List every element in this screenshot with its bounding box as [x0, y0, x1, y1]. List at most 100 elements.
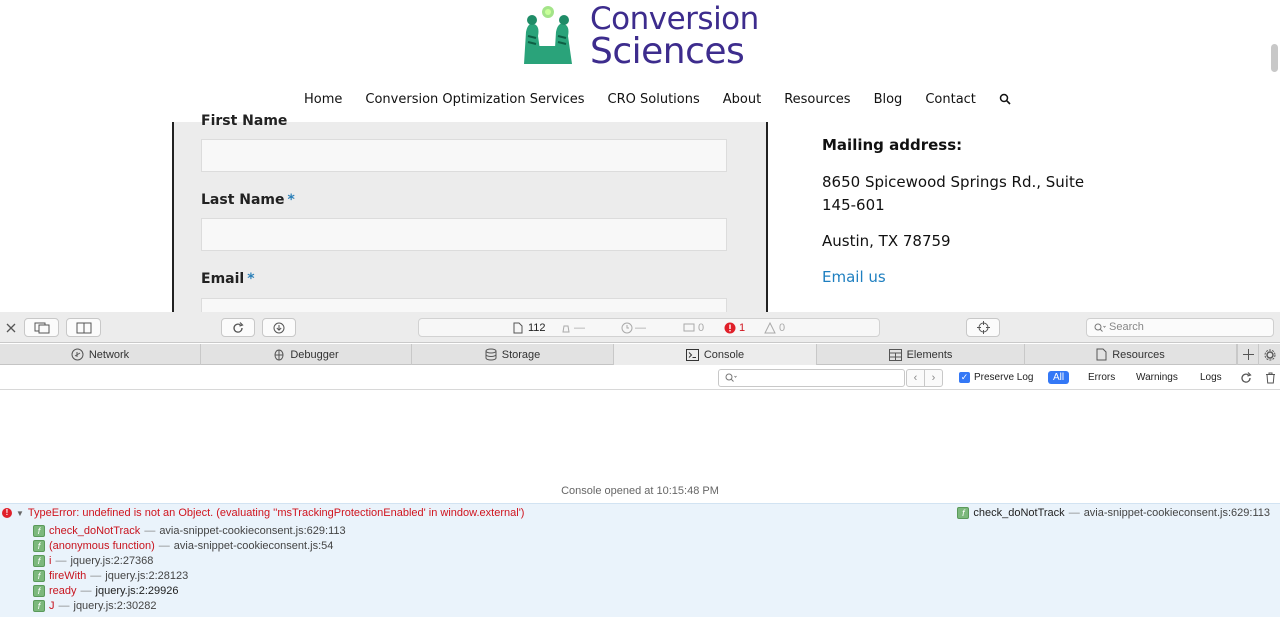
error-message-row[interactable]: ! ▼ TypeError: undefined is not an Objec…: [0, 503, 1280, 617]
nav-cro-solutions[interactable]: CRO Solutions: [608, 92, 700, 107]
frame-location[interactable]: jquery.js:2:28123: [105, 570, 188, 582]
tab-storage[interactable]: Storage: [412, 344, 614, 365]
page-scrollbar[interactable]: [1271, 44, 1278, 72]
dashboard-status[interactable]: 112 — — 0 1 0: [418, 318, 880, 337]
function-icon: f: [957, 507, 970, 519]
download-archive-button[interactable]: [262, 318, 296, 337]
nav-contact[interactable]: Contact: [925, 92, 976, 107]
debugger-icon: [274, 349, 284, 361]
settings-button[interactable]: [1259, 344, 1280, 365]
frame-location[interactable]: avia-snippet-cookieconsent.js:629:113: [159, 525, 345, 537]
tab-network[interactable]: Network: [0, 344, 201, 365]
preserve-log-toggle[interactable]: ✓ Preserve Log: [959, 372, 1033, 383]
new-tab-button[interactable]: [1237, 344, 1259, 365]
tab-debugger[interactable]: Debugger: [201, 344, 412, 365]
separator: —: [90, 569, 102, 582]
requests-value: —: [574, 322, 585, 334]
last-name-label-text: Last Name: [201, 192, 285, 208]
contact-info: Mailing address: 8650 Spicewood Springs …: [822, 136, 1122, 302]
error-text: TypeError: undefined is not an Object. (…: [27, 507, 525, 519]
dock-undock-button[interactable]: [24, 318, 59, 337]
console-opened-message: Console opened at 10:15:48 PM: [561, 485, 719, 497]
reload-console-icon[interactable]: [1240, 372, 1252, 384]
function-icon: f: [33, 599, 45, 612]
reload-button[interactable]: [221, 318, 255, 337]
filter-logs[interactable]: Logs: [1195, 371, 1227, 384]
nav-conversion-optimization-services[interactable]: Conversion Optimization Services: [365, 92, 584, 107]
email-us-link[interactable]: Email us: [822, 266, 1122, 289]
search-icon: [1094, 323, 1106, 332]
mailing-address-title: Mailing address:: [822, 136, 963, 154]
frame-location[interactable]: jquery.js:2:29926: [96, 585, 179, 597]
filter-errors[interactable]: Errors: [1083, 371, 1120, 384]
separator: —: [144, 524, 156, 537]
dock-side-icon: [76, 322, 91, 333]
first-name-field[interactable]: [201, 139, 727, 172]
weight-icon: [562, 325, 570, 333]
nav-blog[interactable]: Blog: [874, 92, 903, 107]
frame-function: J: [49, 599, 55, 612]
tab-resources-label: Resources: [1112, 348, 1165, 361]
frame-location[interactable]: jquery.js:2:30282: [74, 600, 157, 612]
error-origin[interactable]: f check_doNotTrack — avia-snippet-cookie…: [957, 507, 1270, 519]
tab-elements[interactable]: Elements: [817, 344, 1025, 365]
inspect-element-button[interactable]: [966, 318, 1000, 337]
tab-resources[interactable]: Resources: [1025, 344, 1237, 365]
frame-function: fireWith: [49, 569, 87, 582]
tab-network-label: Network: [88, 348, 130, 361]
filter-all[interactable]: All: [1048, 371, 1070, 384]
trash-icon[interactable]: [1265, 372, 1276, 384]
download-icon: [273, 322, 285, 333]
main-nav: Home Conversion Optimization Services CR…: [304, 92, 1011, 107]
crosshair-icon: [976, 321, 990, 334]
disclosure-triangle-icon[interactable]: ▼: [16, 509, 24, 518]
gear-icon: [1264, 349, 1275, 360]
stack-frame[interactable]: f J — jquery.js:2:30282: [33, 598, 346, 613]
network-icon: [71, 348, 84, 361]
nav-home[interactable]: Home: [304, 92, 342, 107]
separator: —: [1068, 507, 1080, 519]
filter-warnings[interactable]: Warnings: [1131, 371, 1183, 384]
function-icon: f: [33, 539, 45, 552]
inspector-search-input[interactable]: Search: [1086, 318, 1274, 337]
last-name-field[interactable]: [201, 218, 727, 251]
email-field[interactable]: [201, 298, 727, 312]
search-icon[interactable]: [999, 93, 1011, 105]
web-inspector: 112 — — 0 1 0 Search Network Debugger St…: [0, 312, 1280, 624]
stack-frame[interactable]: f i — jquery.js:2:27368: [33, 553, 346, 568]
console-filter-input[interactable]: [718, 369, 905, 387]
mailing-city: Austin, TX 78759: [822, 232, 951, 250]
function-icon: f: [33, 524, 45, 537]
preserve-log-checkbox[interactable]: ✓: [959, 372, 970, 383]
frame-location[interactable]: jquery.js:2:27368: [70, 555, 153, 567]
stack-frame[interactable]: f check_doNotTrack — avia-snippet-cookie…: [33, 523, 346, 538]
frame-function: check_doNotTrack: [49, 524, 141, 537]
error-origin-function: check_doNotTrack: [973, 507, 1065, 519]
tab-console[interactable]: Console: [614, 344, 817, 365]
document-icon: [513, 322, 523, 334]
email-label-text: Email: [201, 271, 245, 287]
contact-form: First Name Last Name * Email *: [172, 113, 768, 312]
first-name-label: First Name: [201, 113, 287, 129]
nav-resources[interactable]: Resources: [784, 92, 850, 107]
mailing-street: 8650 Spicewood Springs Rd., Suite 145-60…: [822, 173, 1085, 214]
stack-frame[interactable]: f fireWith — jquery.js:2:28123: [33, 568, 346, 583]
elements-icon: [888, 348, 902, 361]
tab-storage-label: Storage: [501, 348, 541, 361]
separator: —: [158, 539, 170, 552]
resources-icon: [1096, 348, 1107, 361]
site-logo[interactable]: Conversion Sciences: [518, 2, 759, 72]
error-header: ! ▼ TypeError: undefined is not an Objec…: [2, 507, 524, 519]
logo-line-2: Sciences: [590, 31, 745, 72]
next-match-button[interactable]: ›: [925, 370, 942, 386]
stack-frame[interactable]: f ready — jquery.js:2:29926: [33, 583, 346, 598]
previous-match-button[interactable]: ‹: [907, 370, 925, 386]
time-value: —: [635, 322, 646, 334]
frame-function: (anonymous function): [49, 539, 155, 552]
dock-side-button[interactable]: [66, 318, 101, 337]
undock-icon: [34, 322, 49, 333]
close-icon[interactable]: [6, 323, 16, 333]
nav-about[interactable]: About: [723, 92, 761, 107]
frame-location[interactable]: avia-snippet-cookieconsent.js:54: [174, 540, 334, 552]
stack-frame[interactable]: f (anonymous function) — avia-snippet-co…: [33, 538, 346, 553]
